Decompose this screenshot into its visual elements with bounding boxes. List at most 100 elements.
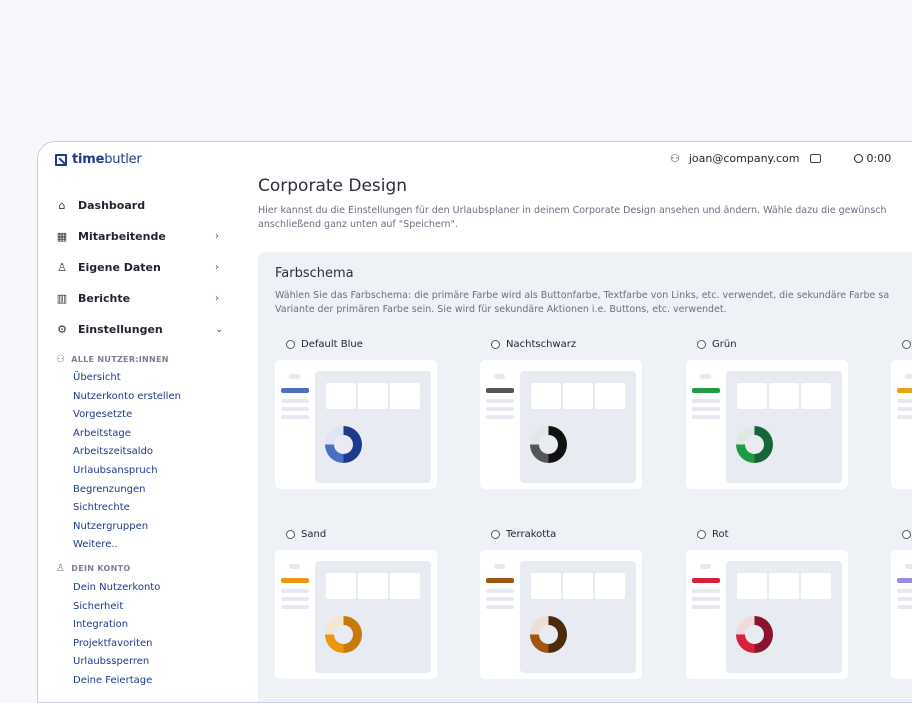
preview-tile xyxy=(326,573,356,599)
preview-nav-line xyxy=(692,415,720,419)
scheme-preview-card[interactable] xyxy=(891,550,912,679)
preview-sidebar xyxy=(281,374,309,423)
preview-tile xyxy=(390,383,420,409)
preview-logo xyxy=(905,564,912,569)
sub-item-urlaubssperren[interactable]: Urlaubssperren xyxy=(38,653,238,672)
logo-text-bold: time xyxy=(72,152,105,167)
chevron-down-icon: ⌄ xyxy=(215,324,224,335)
preview-tile xyxy=(801,573,831,599)
time-tracker[interactable]: 0:00 xyxy=(853,152,892,165)
group-heading-all-users: ⚇ ALLE NUTZER:INNEN xyxy=(56,353,169,365)
users-icon: ⚇ xyxy=(56,353,66,365)
scheme-radio[interactable] xyxy=(902,339,911,349)
sub-item-arbeitszeitsaldo[interactable]: Arbeitszeitsaldo xyxy=(38,443,238,462)
scheme-option[interactable]: Rot xyxy=(686,527,850,679)
scheme-option[interactable] xyxy=(891,337,912,489)
scheme-preview-card[interactable] xyxy=(480,550,642,679)
sub-item-deine-feiertage[interactable]: Deine Feiertage xyxy=(38,672,238,691)
sub-item-projektfavoriten[interactable]: Projektfavoriten xyxy=(38,635,238,654)
preview-nav-line xyxy=(692,407,720,411)
sub-item-nutzerkonto-erstellen[interactable]: Nutzerkonto erstellen xyxy=(38,388,238,407)
sub-item-arbeitstage[interactable]: Arbeitstage xyxy=(38,425,238,444)
page-title: Corporate Design xyxy=(258,176,408,196)
scheme-name: Sand xyxy=(301,528,327,540)
nav-eigene-daten[interactable]: ♙ Eigene Daten › xyxy=(38,252,238,283)
preview-donut xyxy=(325,426,362,463)
scheme-label[interactable] xyxy=(891,337,912,351)
scheme-label[interactable]: Terrakotta xyxy=(480,527,644,541)
scheme-option[interactable]: Nachtschwarz xyxy=(480,337,644,489)
sub-item-integration[interactable]: Integration xyxy=(38,616,238,635)
scheme-label[interactable]: Default Blue xyxy=(275,337,439,351)
preview-sidebar xyxy=(281,564,309,613)
scheme-radio[interactable] xyxy=(697,339,706,349)
scheme-label[interactable]: Rot xyxy=(686,527,850,541)
scheme-preview-card[interactable] xyxy=(686,360,848,489)
scheme-label[interactable]: Sand xyxy=(275,527,439,541)
sub-item-uebersicht[interactable]: Übersicht xyxy=(38,369,238,388)
main-content: Corporate Design Hier kannst du die Eins… xyxy=(258,176,912,702)
scheme-label[interactable]: Grün xyxy=(686,337,850,351)
sub-item-dein-nutzerkonto[interactable]: Dein Nutzerkonto xyxy=(38,579,238,598)
scheme-preview-card[interactable] xyxy=(480,360,642,489)
preview-active-nav xyxy=(692,388,720,393)
sub-item-nutzergruppen[interactable]: Nutzergruppen xyxy=(38,518,238,537)
preview-nav-line xyxy=(486,399,514,403)
nav-dashboard[interactable]: ⌂ Dashboard xyxy=(38,190,238,221)
user-email[interactable]: joan@company.com xyxy=(689,152,800,165)
user-icon: ♙ xyxy=(56,563,66,575)
scheme-option[interactable]: Terrakotta xyxy=(480,527,644,679)
preview-main xyxy=(315,371,431,483)
sub-item-vorgesetzte[interactable]: Vorgesetzte xyxy=(38,406,238,425)
scheme-preview-card[interactable] xyxy=(275,550,437,679)
scheme-preview-card[interactable] xyxy=(686,550,848,679)
scheme-radio[interactable] xyxy=(286,339,295,349)
preview-tile xyxy=(595,383,625,409)
sub-item-begrenzungen[interactable]: Begrenzungen xyxy=(38,481,238,500)
preview-logo xyxy=(494,564,505,569)
scheme-radio[interactable] xyxy=(697,529,706,539)
preview-nav-line xyxy=(897,589,912,593)
preview-logo xyxy=(700,374,711,379)
preview-nav-line xyxy=(281,597,309,601)
preview-sidebar xyxy=(692,374,720,423)
chevron-right-icon: › xyxy=(215,262,219,273)
scheme-option[interactable]: Default Blue xyxy=(275,337,439,489)
scheme-option[interactable] xyxy=(891,527,912,679)
scheme-radio[interactable] xyxy=(491,529,500,539)
sub-item-urlaubsanspruch[interactable]: Urlaubsanspruch xyxy=(38,462,238,481)
colorscheme-description: Wählen Sie das Farbschema: die primäre F… xyxy=(275,290,890,315)
scheme-name: Default Blue xyxy=(301,338,363,350)
preview-nav-line xyxy=(486,415,514,419)
sub-item-weitere[interactable]: Weitere.. xyxy=(38,536,238,555)
scheme-option[interactable]: Sand xyxy=(275,527,439,679)
nav-berichte[interactable]: ▥ Berichte › xyxy=(38,283,238,314)
preview-tile xyxy=(563,383,593,409)
nav-einstellungen[interactable]: ⚙ Einstellungen ⌄ xyxy=(38,314,238,345)
nav-mitarbeitende[interactable]: ▦ Mitarbeitende › xyxy=(38,221,238,252)
logo-icon xyxy=(55,153,67,166)
scheme-option[interactable]: Grün xyxy=(686,337,850,489)
preview-tile xyxy=(737,383,767,409)
mail-icon[interactable] xyxy=(809,154,821,163)
scheme-preview-card[interactable] xyxy=(891,360,912,489)
scheme-radio[interactable] xyxy=(491,339,500,349)
sub-item-sichtrechte[interactable]: Sichtrechte xyxy=(38,499,238,518)
timebutler-logo[interactable]: timebutler xyxy=(55,152,142,167)
preview-active-nav xyxy=(897,578,912,583)
scheme-label[interactable] xyxy=(891,527,912,541)
sub-item-sicherheit[interactable]: Sicherheit xyxy=(38,598,238,617)
user-profile-icon[interactable]: ⚇ xyxy=(670,152,680,165)
preview-nav-line xyxy=(281,407,309,411)
scheme-radio[interactable] xyxy=(902,529,911,539)
scheme-radio[interactable] xyxy=(286,529,295,539)
scheme-label[interactable]: Nachtschwarz xyxy=(480,337,644,351)
preview-tile xyxy=(737,573,767,599)
preview-main xyxy=(520,371,636,483)
preview-sidebar xyxy=(897,564,912,613)
preview-tile xyxy=(358,383,388,409)
timer-value: 0:00 xyxy=(866,152,892,165)
preview-nav-line xyxy=(897,399,912,403)
scheme-preview-card[interactable] xyxy=(275,360,437,489)
preview-nav-line xyxy=(486,589,514,593)
